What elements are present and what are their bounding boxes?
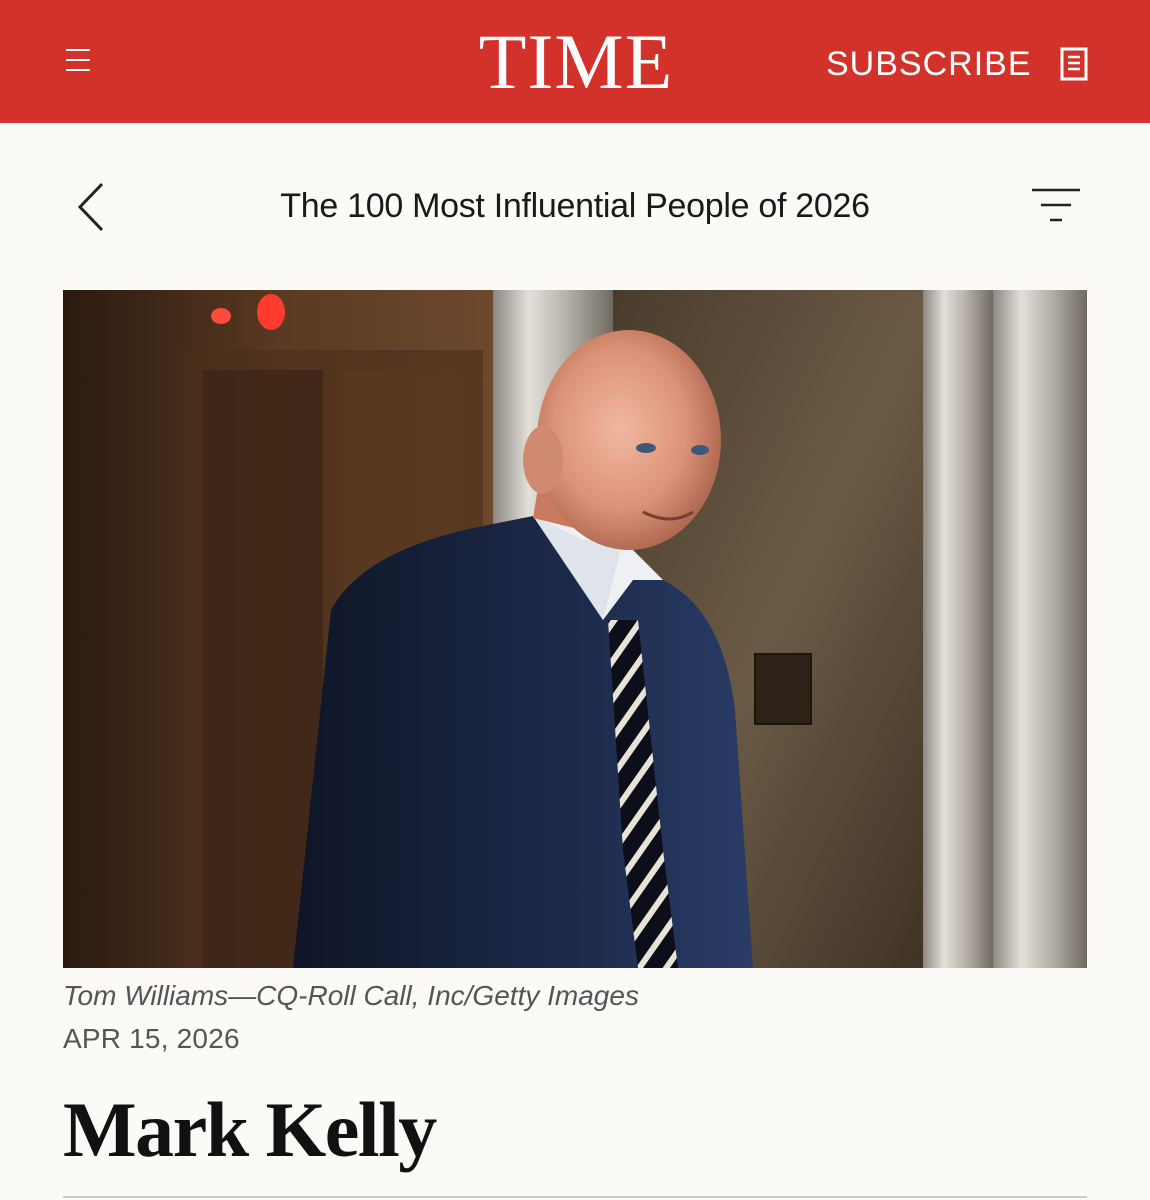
section-title[interactable]: The 100 Most Influential People of 2026 <box>200 183 950 229</box>
hamburger-menu-icon[interactable] <box>66 49 90 71</box>
divider <box>63 1196 1087 1198</box>
hero-photo <box>63 290 1087 968</box>
time-logo[interactable]: TIME <box>460 22 692 102</box>
publish-date: APR 15, 2026 <box>63 1023 240 1054</box>
chevron-left-icon <box>77 182 104 232</box>
top-header-bar: TIME SUBSCRIBE <box>0 0 1150 123</box>
back-button[interactable] <box>70 178 110 238</box>
person-name-heading: Mark Kelly <box>63 1086 437 1173</box>
photo-credit: Tom Williams—CQ-Roll Call, Inc/Getty Ima… <box>63 980 639 1011</box>
portrait-image <box>63 290 1087 968</box>
filter-button[interactable] <box>1030 186 1082 226</box>
subscribe-label: SUBSCRIBE <box>826 44 1032 83</box>
filter-icon <box>1032 188 1080 222</box>
subscribe-button[interactable]: SUBSCRIBE <box>826 42 1088 86</box>
magazine-icon <box>1060 47 1087 81</box>
